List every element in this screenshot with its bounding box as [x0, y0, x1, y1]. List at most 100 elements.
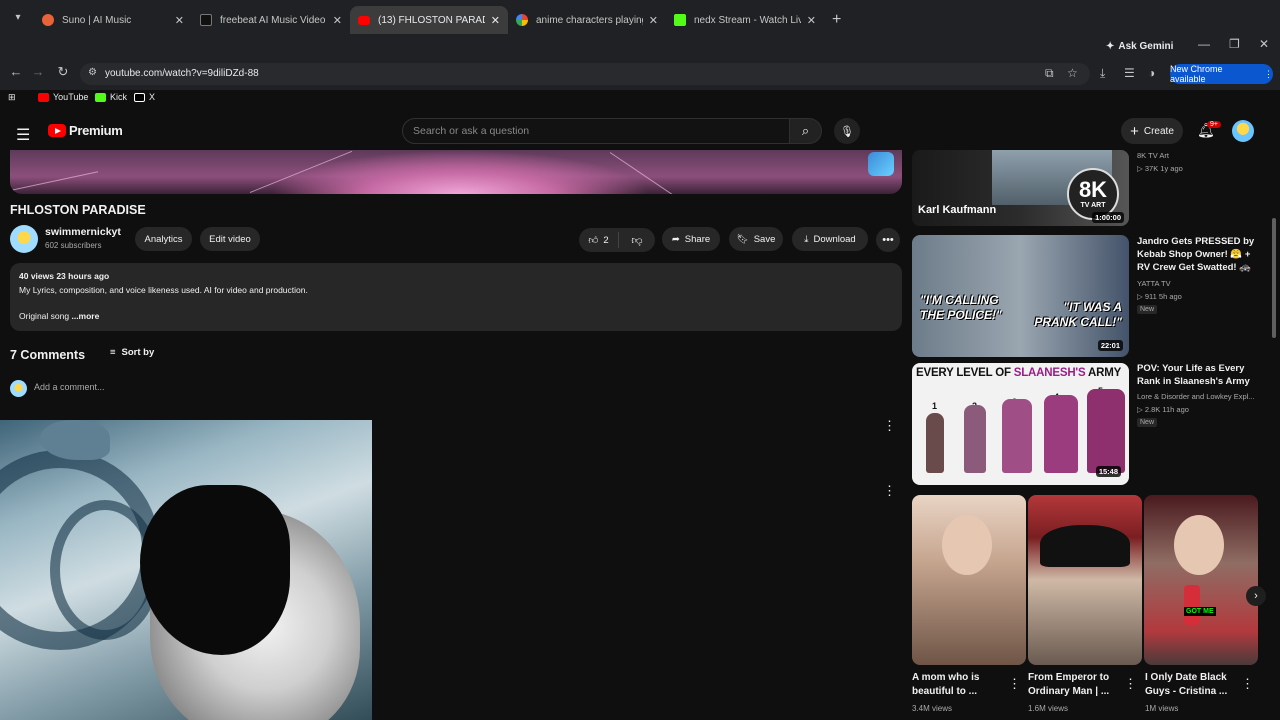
page-scrollbar[interactable] — [1272, 218, 1276, 338]
description-truncated: Original song ...more — [19, 310, 893, 324]
reload-icon[interactable]: ↻ — [53, 64, 73, 80]
short-title[interactable]: I Only Date Black Guys - Cristina ... — [1145, 671, 1241, 699]
show-more-link[interactable]: ...more — [71, 311, 99, 321]
analytics-label: Analytics — [144, 233, 183, 245]
short-views: 1M views — [1145, 704, 1179, 713]
apps-grid-icon[interactable]: ⊞ — [8, 92, 16, 103]
create-button[interactable]: + Create — [1121, 118, 1183, 144]
voice-search-mic-icon[interactable]: 🎙 — [834, 118, 860, 144]
download-arrow-icon: ⤓ — [804, 233, 809, 245]
back-arrow-icon[interactable]: ← — [6, 64, 26, 79]
tab-title: anime characters playing arcad — [536, 14, 643, 26]
save-button[interactable]: 🔖︎ Save — [729, 227, 783, 251]
download-button[interactable]: ⤓ Download — [792, 227, 868, 251]
warrior-figure — [1002, 399, 1032, 473]
bookmark-kick[interactable]: Kick — [95, 92, 127, 102]
video-title[interactable]: Jandro Gets PRESSED by Kebab Shop Owner!… — [1137, 235, 1263, 274]
create-label: Create — [1143, 125, 1174, 137]
plus-icon: + — [1130, 122, 1139, 140]
more-actions-icon[interactable]: ••• — [876, 228, 900, 252]
like-dislike-group: 👍︎ 2 👎︎ — [579, 228, 655, 252]
video-player[interactable] — [10, 150, 902, 194]
share-arrow-icon: ➦ — [671, 233, 680, 245]
headline-c: ARMY — [1085, 367, 1122, 379]
bookmark-x[interactable]: X — [134, 92, 155, 102]
close-tab-icon[interactable]: ✕ — [333, 14, 342, 27]
menu-hamburger-icon[interactable]: ☰ — [16, 125, 30, 145]
forward-arrow-icon[interactable]: → — [28, 64, 48, 79]
headline-a: EVERY LEVEL OF — [916, 367, 1014, 379]
reading-list-icon[interactable]: ☰ — [1124, 66, 1135, 80]
short-thumbnail[interactable] — [1028, 495, 1142, 665]
account-avatar[interactable] — [1232, 120, 1254, 142]
channel-name: YATTA TV — [1137, 279, 1171, 288]
webcam-overlay — [0, 420, 372, 720]
site-info-icon[interactable]: ⚙ — [88, 67, 97, 78]
short-title[interactable]: A mom who is beautiful to ... — [912, 671, 1004, 699]
tab-youtube-active[interactable]: (13) FHLOSTON PARADISE - You ✕ — [350, 6, 508, 34]
search-icon: ⌕ — [801, 123, 810, 138]
sort-comments-button[interactable]: ≡ Sort by — [110, 347, 154, 358]
youtube-premium-logo[interactable]: Premium — [48, 123, 123, 138]
shorts-next-arrow-icon[interactable]: › — [1246, 586, 1266, 606]
gemini-sparkle-icon: ✦ — [1106, 40, 1115, 52]
download-icon[interactable]: ⤓ — [1100, 66, 1105, 81]
short-more-icon[interactable]: ⋮ — [1241, 676, 1254, 692]
ask-gemini-button[interactable]: ✦ Ask Gemini — [1106, 37, 1173, 55]
tab-suno[interactable]: Suno | AI Music ✕ — [34, 6, 192, 34]
recommendation-thumbnail[interactable]: "I'M CALLING THE POLICE!" "IT WAS A PRAN… — [912, 235, 1129, 357]
notification-count-badge: 9+ — [1207, 121, 1221, 128]
close-window-icon[interactable]: ✕ — [1259, 37, 1269, 51]
video-title: FHLOSTON PARADISE — [10, 203, 146, 217]
dislike-thumbs-down-icon[interactable]: 👎︎ — [619, 234, 655, 247]
close-tab-icon[interactable]: ✕ — [649, 14, 658, 27]
tab-google[interactable]: anime characters playing arcad ✕ — [508, 6, 666, 34]
profile-icon[interactable]: ◑ — [1148, 66, 1155, 80]
cast-icon[interactable]: ⧉ — [1045, 66, 1054, 81]
restore-icon[interactable]: ❐ — [1229, 37, 1240, 51]
kick-bookmark-icon — [95, 92, 106, 102]
description-box[interactable]: 40 views 23 hours ago My Lyrics, composi… — [10, 263, 902, 331]
channel-name[interactable]: swimmernickyt — [45, 226, 121, 238]
tab-search-icon[interactable]: ▾ — [8, 7, 28, 27]
description-text: My Lyrics, composition, and voice likene… — [19, 284, 308, 295]
recommendation-thumbnail[interactable]: EVERY LEVEL OF SLAANESH'S ARMY 1 2 3 4 5… — [912, 363, 1129, 485]
address-bar[interactable]: youtube.com/watch?v=9diliDZd-88 — [80, 63, 1090, 85]
short-more-icon[interactable]: ⋮ — [1124, 676, 1137, 692]
thumbnail-headline: EVERY LEVEL OF SLAANESH'S ARMY — [916, 367, 1121, 379]
new-chrome-label: New Chrome available — [1170, 64, 1223, 84]
short-title[interactable]: From Emperor to Ordinary Man | ... — [1028, 671, 1124, 699]
edit-video-button[interactable]: Edit video — [200, 227, 260, 251]
search-input[interactable]: Search or ask a question — [402, 118, 790, 144]
save-bookmark-icon: 🔖︎ — [736, 233, 749, 245]
8k-badge-text: 8K — [1078, 177, 1108, 202]
comment-more-icon[interactable]: ⋮ — [883, 418, 896, 434]
close-tab-icon[interactable]: ✕ — [175, 14, 184, 27]
new-tab-plus-icon[interactable]: + — [832, 11, 841, 29]
share-button[interactable]: ➦ Share — [662, 227, 720, 251]
minimize-icon[interactable]: — — [1198, 37, 1210, 51]
analytics-button[interactable]: Analytics — [135, 227, 192, 251]
bookmark-youtube[interactable]: YouTube — [38, 92, 88, 102]
new-chrome-available-button[interactable]: New Chrome available ⋮ — [1170, 64, 1273, 84]
short-more-icon[interactable]: ⋮ — [1008, 676, 1021, 692]
like-button[interactable]: 👍︎ 2 — [579, 232, 619, 248]
add-comment-input[interactable]: Add a comment... — [34, 382, 105, 392]
channel-avatar[interactable] — [10, 225, 38, 253]
search-placeholder: Search or ask a question — [413, 125, 530, 137]
thumbs-up-icon: 👍︎ — [588, 235, 599, 246]
short-thumbnail[interactable] — [912, 495, 1026, 665]
short-thumbnail[interactable]: GOT ME — [1144, 495, 1258, 665]
tab-freebeat[interactable]: freebeat AI Music Video Genera ✕ — [192, 6, 350, 34]
tab-kick[interactable]: nedx Stream - Watch Live on Ki ✕ — [666, 6, 824, 34]
search-button[interactable]: ⌕ — [790, 118, 822, 144]
bookmark-star-icon[interactable]: ☆ — [1067, 66, 1078, 80]
recommendation-thumbnail[interactable]: Karl Kaufmann 8K TV ART 1:00:00 — [912, 150, 1129, 226]
youtube-play-logo-icon — [48, 124, 66, 137]
close-tab-icon[interactable]: ✕ — [491, 14, 500, 27]
comment-more-icon[interactable]: ⋮ — [883, 483, 896, 499]
suno-favicon-icon — [42, 14, 54, 26]
video-title[interactable]: POV: Your Life as Every Rank in Slaanesh… — [1137, 362, 1263, 388]
close-tab-icon[interactable]: ✕ — [807, 14, 816, 27]
short-microphone — [1184, 585, 1200, 625]
